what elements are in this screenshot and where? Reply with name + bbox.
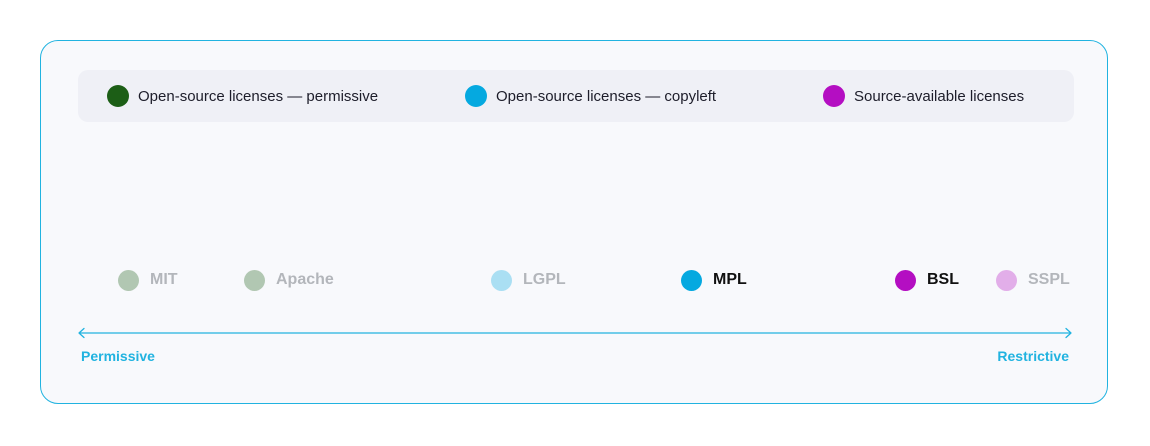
license-sspl-dot-icon — [996, 269, 1017, 291]
license-mit-label: MIT — [150, 271, 178, 288]
license-apache: Apache — [244, 267, 334, 293]
copyleft-dot-icon — [465, 85, 487, 107]
license-mpl-label: MPL — [713, 271, 747, 288]
license-bsl-dot-icon — [895, 269, 916, 291]
license-mpl: MPL — [681, 267, 747, 293]
legend: Open-source licenses — permissive Open-s… — [78, 70, 1074, 122]
license-sspl-label: SSPL — [1028, 271, 1070, 288]
license-sspl: SSPL — [996, 267, 1070, 293]
axis-label-restrictive: Restrictive — [997, 348, 1069, 364]
permissive-dot-icon — [107, 85, 129, 107]
license-apache-dot-icon — [244, 269, 265, 291]
legend-label-copyleft: Open-source licenses — copyleft — [496, 87, 717, 105]
legend-item-source-available: Source-available licenses — [823, 70, 1024, 122]
source-available-dot-icon — [823, 85, 845, 107]
license-bsl-label: BSL — [927, 271, 959, 288]
license-spectrum-card: Open-source licenses — permissive Open-s… — [40, 40, 1108, 404]
license-apache-label: Apache — [276, 271, 334, 288]
license-lgpl-label: LGPL — [523, 271, 566, 288]
license-mit: MIT — [118, 267, 178, 293]
legend-label-permissive: Open-source licenses — permissive — [138, 87, 379, 105]
spectrum-axis — [78, 327, 1072, 339]
license-mit-dot-icon — [118, 269, 139, 291]
license-lgpl-dot-icon — [491, 269, 512, 291]
legend-item-copyleft: Open-source licenses — copyleft — [465, 70, 716, 122]
legend-label-source-available: Source-available licenses — [854, 87, 1025, 105]
license-lgpl: LGPL — [491, 267, 566, 293]
license-bsl: BSL — [895, 267, 959, 293]
legend-item-permissive: Open-source licenses — permissive — [107, 70, 378, 122]
axis-label-permissive: Permissive — [81, 348, 155, 364]
license-mpl-dot-icon — [681, 269, 702, 291]
